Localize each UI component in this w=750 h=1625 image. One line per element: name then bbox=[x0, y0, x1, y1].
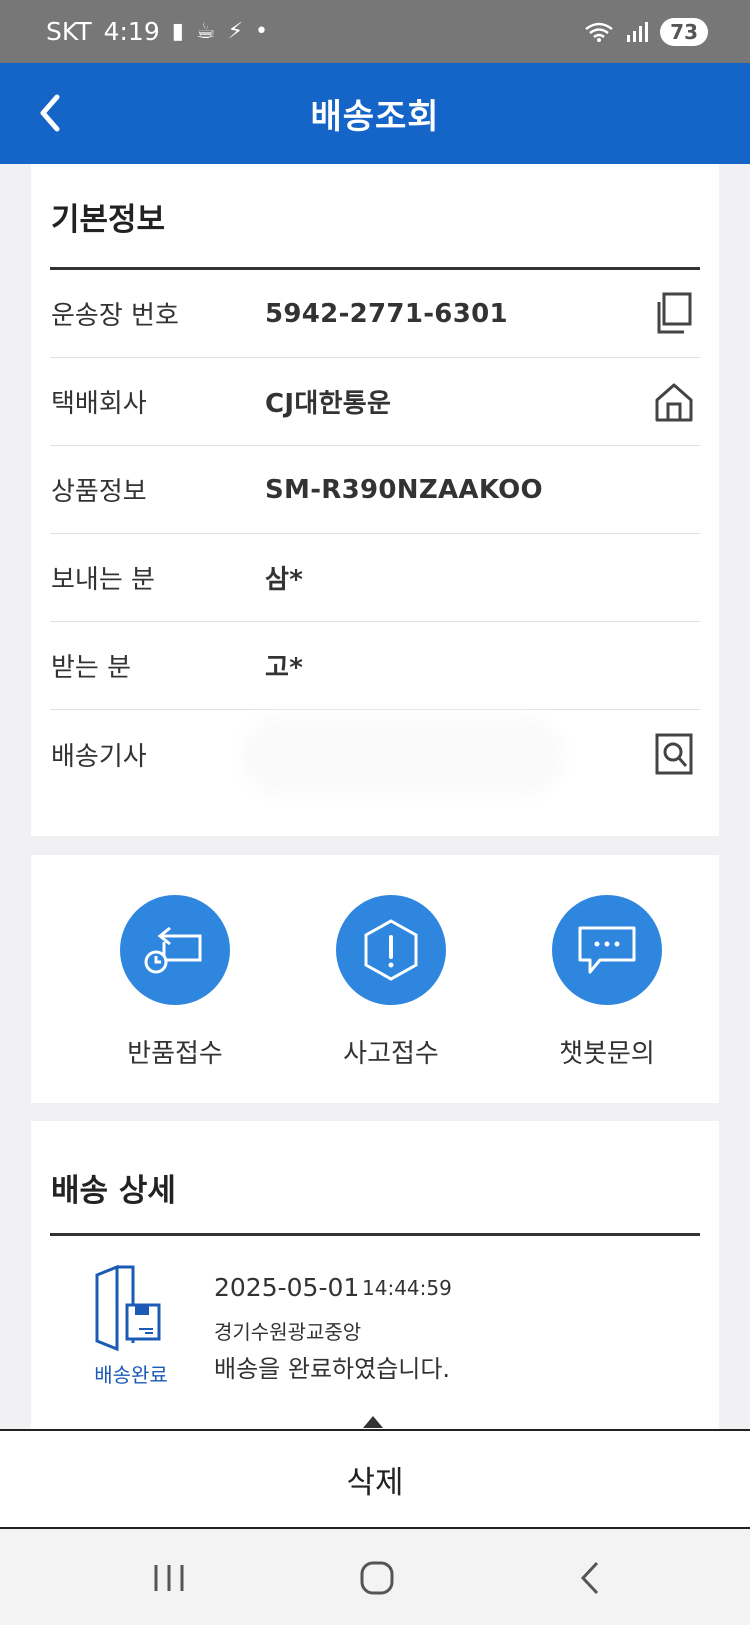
action-label: 사고접수 bbox=[343, 1039, 439, 1069]
sender-name: 삼* bbox=[265, 565, 304, 595]
search-document-icon[interactable] bbox=[654, 732, 694, 776]
delivery-detail-title: 배송 상세 bbox=[51, 1173, 176, 1209]
info-label: 상품정보 bbox=[51, 477, 147, 507]
tracking-number[interactable]: 5942-2771-6301 bbox=[265, 299, 508, 329]
chat-icon bbox=[578, 926, 636, 974]
return-request-button[interactable]: 반품접수 bbox=[95, 895, 255, 1070]
recent-apps-icon bbox=[154, 1565, 184, 1591]
info-label: 운송장 번호 bbox=[51, 301, 179, 331]
info-row-product: 상품정보 SM-R390NZAAKOO bbox=[50, 446, 700, 534]
basic-info-title: 기본정보 bbox=[51, 202, 166, 238]
delivery-date: 2025-05-01 bbox=[214, 1273, 360, 1302]
info-row-courier: 택배회사 CJ대한통운 bbox=[50, 358, 700, 446]
delete-button[interactable]: 삭제 bbox=[0, 1429, 750, 1529]
info-label: 택배회사 bbox=[51, 389, 147, 419]
section-divider bbox=[50, 1233, 700, 1236]
delivery-location: 경기수원광교중앙 bbox=[214, 1320, 362, 1344]
clock: 4:19 bbox=[103, 17, 160, 46]
delivery-time: 14:44:59 bbox=[362, 1276, 452, 1300]
coffee-icon: ☕ bbox=[195, 18, 216, 44]
receiver-name: 고* bbox=[265, 653, 304, 683]
status-right: 73 bbox=[584, 17, 708, 46]
scroll-up-indicator[interactable] bbox=[363, 1416, 383, 1428]
recent-apps-button[interactable] bbox=[144, 1553, 194, 1603]
redaction-mark bbox=[250, 726, 555, 786]
delivery-status: 배송완료 bbox=[94, 1363, 168, 1387]
chatbot-inquiry-button[interactable]: 챗봇문의 bbox=[527, 895, 687, 1070]
page-title: 배송조회 bbox=[310, 97, 440, 137]
carrier-label: SKT bbox=[46, 17, 92, 46]
actions-card: 반품접수 사고접수 챗봇문의 bbox=[31, 855, 719, 1103]
home-circle-icon bbox=[360, 1561, 394, 1595]
action-label: 챗봇문의 bbox=[559, 1039, 655, 1069]
return-icon bbox=[144, 926, 202, 974]
home-nav-button[interactable] bbox=[352, 1553, 402, 1603]
status-bar: SKT 4:19 ▮ ☕ ⚡ • 73 bbox=[0, 0, 750, 63]
action-circle bbox=[120, 895, 230, 1005]
info-row-receiver: 받는 분 고* bbox=[50, 622, 700, 710]
chevron-left-icon bbox=[580, 1561, 599, 1595]
bolt-icon: ⚡ bbox=[227, 18, 244, 44]
info-label: 보내는 분 bbox=[51, 565, 155, 595]
home-icon[interactable] bbox=[654, 380, 694, 424]
info-row-sender: 보내는 분 삼* bbox=[50, 534, 700, 622]
battery-indicator: 73 bbox=[660, 17, 708, 46]
back-nav-button[interactable] bbox=[565, 1553, 615, 1603]
chevron-left-icon bbox=[40, 94, 60, 132]
action-circle bbox=[336, 895, 446, 1005]
app-header: 배송조회 bbox=[0, 63, 750, 164]
info-label: 받는 분 bbox=[51, 653, 132, 683]
notification-icon: ▮ bbox=[171, 18, 184, 44]
status-left: SKT 4:19 ▮ ☕ ⚡ • bbox=[46, 17, 268, 46]
delivery-message: 배송을 완료하였습니다. bbox=[214, 1355, 451, 1383]
wifi-icon bbox=[585, 22, 613, 42]
product-info: SM-R390NZAAKOO bbox=[265, 474, 543, 505]
info-row-driver: 배송기사 bbox=[50, 710, 700, 798]
info-label: 배송기사 bbox=[51, 741, 147, 772]
action-label: 반품접수 bbox=[127, 1039, 223, 1069]
warning-icon bbox=[364, 919, 418, 981]
basic-info-card: 기본정보 운송장 번호 5942-2771-6301 택배회사 CJ대한통운 상… bbox=[31, 164, 719, 836]
copy-icon[interactable] bbox=[654, 292, 694, 336]
courier-name: CJ대한통운 bbox=[265, 389, 392, 419]
accident-report-button[interactable]: 사고접수 bbox=[311, 895, 471, 1070]
delivery-complete-icon bbox=[95, 1264, 161, 1352]
signal-icon bbox=[627, 21, 649, 42]
system-nav-bar bbox=[0, 1531, 750, 1625]
delivery-detail-card: 배송 상세 배송완료 2025-05-01 14:44:59 경기수원광교중앙 … bbox=[31, 1121, 719, 1431]
info-row-tracking-number: 운송장 번호 5942-2771-6301 bbox=[50, 270, 700, 358]
back-button[interactable] bbox=[20, 83, 80, 143]
action-circle bbox=[552, 895, 662, 1005]
dot-icon: • bbox=[255, 18, 269, 44]
